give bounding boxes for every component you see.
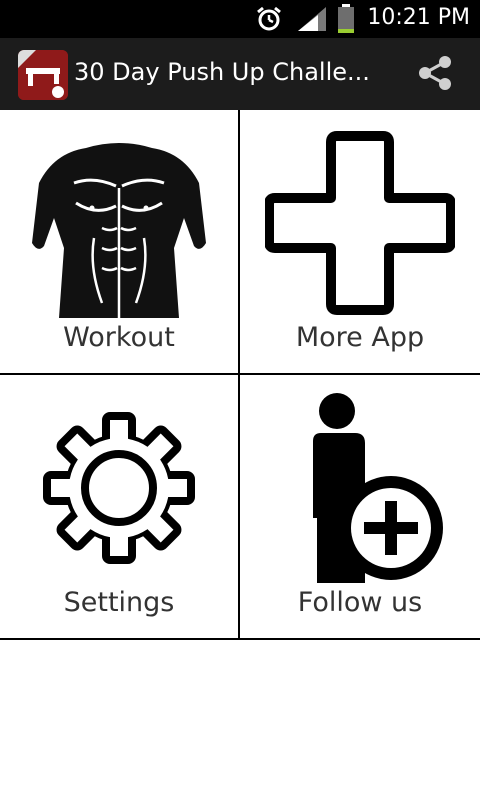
gear-icon <box>43 412 195 564</box>
plus-cross-icon <box>265 131 455 315</box>
menu-grid: Workout More App Settings Follow us <box>0 110 480 640</box>
workout-label: Workout <box>63 322 175 353</box>
alarm-icon <box>257 6 281 31</box>
settings-tile[interactable]: Settings <box>0 375 240 640</box>
more-app-label: More App <box>295 322 425 353</box>
pushup-app-icon[interactable] <box>18 50 68 100</box>
status-clock: 10:21 PM <box>367 5 470 30</box>
app-title: 30 Day Push Up Challe... <box>74 58 370 86</box>
follow-us-label: Follow us <box>297 587 423 618</box>
more-app-tile[interactable]: More App <box>240 110 480 375</box>
follow-us-tile[interactable]: Follow us <box>240 375 480 640</box>
settings-label: Settings <box>63 587 175 618</box>
signal-icon <box>298 7 326 31</box>
workout-tile[interactable]: Workout <box>0 110 240 375</box>
battery-icon <box>338 4 354 33</box>
share-icon <box>419 56 451 90</box>
torso-icon <box>32 143 206 318</box>
share-button[interactable] <box>410 48 460 98</box>
status-bar: 10:21 PM <box>0 0 480 38</box>
action-bar: 30 Day Push Up Challe... <box>0 38 480 110</box>
person-add-icon <box>313 393 443 583</box>
